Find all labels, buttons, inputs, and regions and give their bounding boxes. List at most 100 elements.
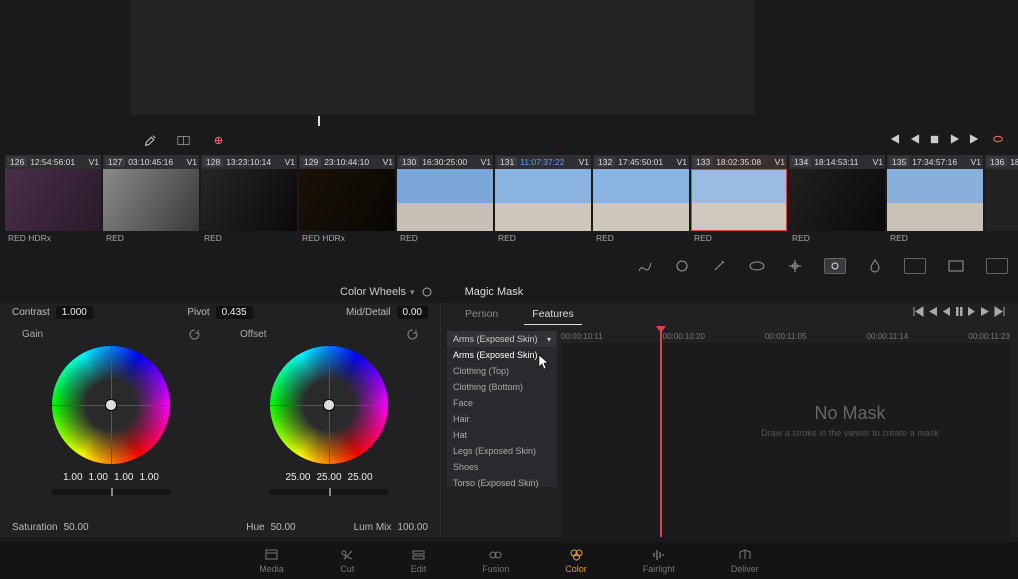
track-rev-all-icon[interactable] bbox=[912, 306, 924, 317]
page-fusion[interactable]: Fusion bbox=[482, 547, 509, 574]
offset-color-wheel[interactable] bbox=[270, 346, 388, 464]
offset-master-slider[interactable] bbox=[269, 489, 389, 495]
color-wheels-label[interactable]: Color Wheels bbox=[340, 286, 406, 298]
chevron-down-icon[interactable]: ▾ bbox=[410, 287, 415, 298]
stop-icon[interactable] bbox=[929, 134, 940, 145]
clip-thumb-image[interactable] bbox=[691, 169, 787, 231]
clip-thumb-image[interactable] bbox=[593, 169, 689, 231]
clip-thumbnail[interactable]: 13517:34:57:16V1 RED bbox=[887, 155, 983, 245]
clip-track: V1 bbox=[187, 157, 197, 167]
clip-thumb-image[interactable] bbox=[495, 169, 591, 231]
clip-thumb-image[interactable] bbox=[5, 169, 101, 231]
clip-thumb-image[interactable] bbox=[299, 169, 395, 231]
clip-thumbnail[interactable]: 12923:10:44:10V1 RED HDRx bbox=[299, 155, 395, 245]
feature-option[interactable]: Face bbox=[447, 395, 557, 411]
clip-thumbnail[interactable]: 13016:30:25:00V1 RED bbox=[397, 155, 493, 245]
feature-option[interactable]: Shoes bbox=[447, 459, 557, 475]
gain-master-slider[interactable] bbox=[51, 489, 171, 495]
feature-option[interactable]: Torso (Exposed Skin) bbox=[447, 475, 557, 491]
pivot-value[interactable]: 0.435 bbox=[216, 306, 253, 319]
magic-mask-icon[interactable] bbox=[824, 258, 846, 274]
viewer[interactable] bbox=[130, 0, 755, 115]
scrub-playhead[interactable] bbox=[318, 116, 320, 126]
feature-option[interactable]: Hair bbox=[447, 411, 557, 427]
lummix-value[interactable]: 100.00 bbox=[397, 522, 428, 533]
clip-thumbnail[interactable]: 12703:10:45:16V1 RED bbox=[103, 155, 199, 245]
qualifier-icon[interactable] bbox=[675, 259, 690, 273]
clip-thumbnail[interactable]: 13618:1V1 bbox=[985, 155, 1018, 245]
gain-color-wheel[interactable] bbox=[52, 346, 170, 464]
tab-person[interactable]: Person bbox=[457, 304, 506, 324]
eyedropper-icon[interactable] bbox=[144, 134, 157, 147]
track-pause-icon[interactable] bbox=[954, 306, 964, 317]
clip-codec: RED bbox=[593, 231, 689, 245]
middetail-value[interactable]: 0.00 bbox=[397, 306, 428, 319]
viewer-scrubber[interactable] bbox=[130, 117, 755, 125]
sizing-icon[interactable] bbox=[948, 260, 964, 272]
reset-icon[interactable] bbox=[407, 329, 418, 340]
blur-icon[interactable] bbox=[868, 259, 882, 273]
feature-option[interactable]: Clothing (Top) bbox=[447, 363, 557, 379]
mask-track-area[interactable] bbox=[561, 343, 1010, 537]
split-screen-icon[interactable] bbox=[177, 135, 190, 146]
page-color[interactable]: Color bbox=[565, 547, 587, 574]
page-fairlight[interactable]: Fairlight bbox=[643, 547, 675, 574]
page-deliver[interactable]: Deliver bbox=[731, 547, 759, 574]
play-icon[interactable] bbox=[949, 133, 960, 145]
clip-thumbnail[interactable]: 13418:14:53:11V1 RED bbox=[789, 155, 885, 245]
clip-thumbnail[interactable]: 12612:54:56:01V1 RED HDRx bbox=[5, 155, 101, 245]
feature-dropdown-selected[interactable]: Arms (Exposed Skin)▾ bbox=[447, 331, 557, 347]
clip-timecode: 12:54:56:01 bbox=[30, 157, 75, 167]
track-rev-icon[interactable] bbox=[941, 306, 951, 317]
track-fwd-all-icon[interactable] bbox=[994, 306, 1006, 317]
clip-thumbnail[interactable]: 12813:23:10:14V1 RED bbox=[201, 155, 297, 245]
palette-header: Color Wheels ▾ Magic Mask bbox=[0, 283, 1018, 301]
tracker-icon[interactable] bbox=[788, 259, 802, 273]
track-fwd-one-icon[interactable] bbox=[980, 306, 991, 317]
clip-codec: RED bbox=[789, 231, 885, 245]
track-fwd-icon[interactable] bbox=[967, 306, 977, 317]
page-edit[interactable]: Edit bbox=[411, 547, 427, 574]
reset-icon[interactable] bbox=[189, 329, 200, 340]
clip-thumb-image[interactable] bbox=[789, 169, 885, 231]
saturation-value[interactable]: 50.00 bbox=[64, 522, 89, 533]
track-rev-one-icon[interactable] bbox=[927, 306, 938, 317]
three-d-icon[interactable] bbox=[986, 258, 1008, 274]
timeline-tick: 00:00:11:23 bbox=[968, 332, 1010, 341]
clip-thumb-image[interactable] bbox=[103, 169, 199, 231]
loop-icon[interactable] bbox=[991, 133, 1005, 145]
first-frame-icon[interactable] bbox=[887, 133, 900, 145]
mask-playhead[interactable] bbox=[660, 328, 662, 537]
clip-thumb-image[interactable] bbox=[985, 169, 1018, 231]
mask-timeline-ruler[interactable]: 00:00:10:1100:00:10:2000:00:11:0500:00:1… bbox=[561, 329, 1010, 343]
clip-thumb-image[interactable] bbox=[887, 169, 983, 231]
page-media[interactable]: Media bbox=[259, 547, 284, 574]
key-icon[interactable] bbox=[904, 258, 926, 274]
clip-thumb-image[interactable] bbox=[201, 169, 297, 231]
clip-thumb-image[interactable] bbox=[397, 169, 493, 231]
feature-option[interactable]: Legs (Exposed Skin) bbox=[447, 443, 557, 459]
offset-values[interactable]: 25.0025.0025.00 bbox=[285, 472, 372, 483]
feature-option[interactable]: Arms (Exposed Skin) bbox=[447, 347, 557, 363]
clip-thumbnail[interactable]: 13318:02:35:08V1 RED bbox=[691, 155, 787, 245]
contrast-value[interactable]: 1.000 bbox=[56, 306, 93, 319]
step-back-icon[interactable] bbox=[909, 133, 920, 145]
page-cut[interactable]: Cut bbox=[340, 547, 355, 574]
wand-icon[interactable] bbox=[712, 259, 726, 273]
mask-oval-icon[interactable] bbox=[748, 260, 766, 272]
gain-values[interactable]: 1.001.001.001.00 bbox=[63, 472, 159, 483]
clip-header: 13618:1V1 bbox=[985, 155, 1018, 169]
clip-thumbnail[interactable]: 13217:45:50:01V1 RED bbox=[593, 155, 689, 245]
highlight-icon[interactable] bbox=[212, 135, 225, 146]
hue-value[interactable]: 50.00 bbox=[271, 522, 296, 533]
curves-icon[interactable] bbox=[637, 259, 653, 273]
feature-option[interactable]: Clothing (Bottom) bbox=[447, 379, 557, 395]
feature-dropdown[interactable]: Arms (Exposed Skin)▾ Arms (Exposed Skin)… bbox=[447, 331, 557, 487]
tab-features[interactable]: Features bbox=[524, 304, 581, 325]
last-frame-icon[interactable] bbox=[969, 133, 982, 145]
feature-option[interactable]: Hat bbox=[447, 427, 557, 443]
wheels-mode-icon[interactable] bbox=[421, 286, 433, 298]
thumbnail-timeline[interactable]: 12612:54:56:01V1 RED HDRx12703:10:45:16V… bbox=[5, 155, 1018, 245]
clip-thumbnail[interactable]: 13111:07:37:22V1 RED bbox=[495, 155, 591, 245]
clip-header: 12813:23:10:14V1 bbox=[201, 155, 297, 169]
